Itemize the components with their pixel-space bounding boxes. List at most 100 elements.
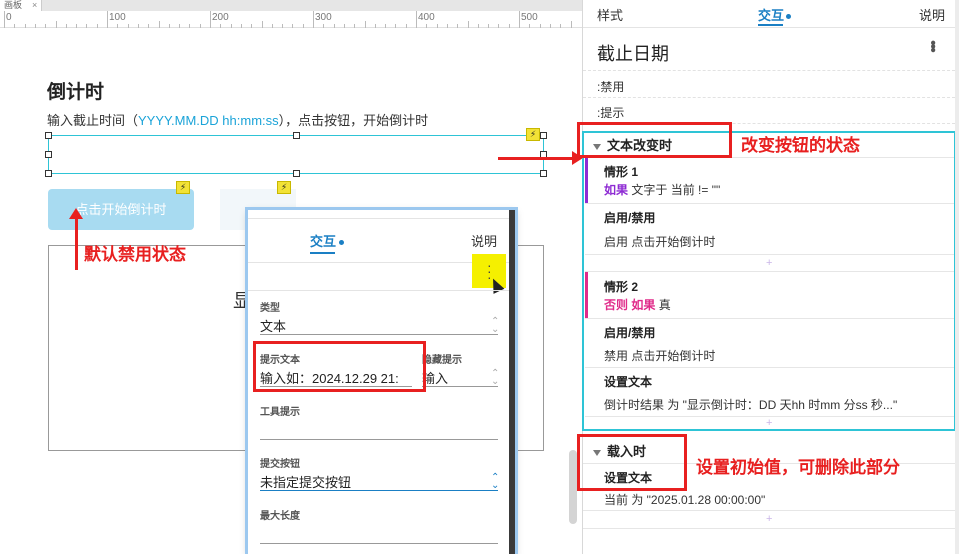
submit-underline [260,490,498,491]
instruction-suffix: ），点击按钮，开始倒计时 [278,113,429,128]
canvas-tab[interactable]: 画板 × [0,0,43,11]
divider [583,510,957,511]
ruler-tick [395,24,397,28]
instruction-format: YYYY.MM.DD hh:mm:ss [138,113,279,128]
ruler-tick [416,11,417,28]
ruler-tick [282,24,284,28]
state-disabled-label: :禁用 [597,80,625,94]
ruler-tick [148,24,150,28]
divider [583,70,959,71]
tab-interaction[interactable]: 交互 [758,5,792,24]
deadline-input[interactable] [48,135,544,174]
ruler-tick [467,21,469,28]
ruler-tick [354,24,356,28]
ruler-label: 200 [212,12,229,23]
tab-notes[interactable]: 说明 [471,231,497,250]
ruler-tick [127,24,129,28]
more-icon: · · · [487,257,492,285]
ruler-tick [189,24,191,28]
ruler-tick [364,21,366,28]
lightning-icon[interactable]: ⚡ [176,181,190,194]
ruler-tick [240,24,242,28]
resize-handle[interactable] [293,132,300,139]
spinner-icon: ⌃ ⌄ [491,316,500,335]
ruler-tick [14,24,16,28]
tab-interaction-label: 交互 [310,234,337,249]
ruler-tick [107,11,108,28]
ruler-tick [271,24,273,28]
ruler-tick [508,24,510,28]
resize-handle[interactable] [540,170,547,177]
ruler-tick [343,24,345,28]
ruler-tick [96,24,98,28]
spinner-icon: ⌃ ⌄ [491,368,500,387]
add-action-icon[interactable]: + [766,513,772,525]
more-icon[interactable]: ••• [923,40,941,51]
ruler-scale: 0 100 200 300 400 500 [0,11,582,28]
annotation-initial-value: 设置初始值，可删除此部分 [696,458,900,477]
ruler-tick [55,21,57,28]
annotation-load-box [577,434,687,491]
ruler-tick [570,21,572,28]
ruler-tick [251,24,253,28]
annotation-default-disabled: 默认禁用状态 [84,245,186,264]
lightning-icon[interactable]: ⚡ [526,128,540,141]
ruler-tick [560,24,562,28]
ruler-tick [292,24,294,28]
ruler-tick [436,24,438,28]
active-dot-icon [786,14,792,20]
ruler-tick [302,24,304,28]
tab-style[interactable]: 样式 [597,5,623,24]
tooltip-label: 工具提示 [260,407,300,418]
ruler-tick [488,24,490,28]
state-disabled-row[interactable]: :禁用 [583,72,959,98]
panel-scrollbar[interactable] [955,0,959,554]
ruler-tick [168,24,170,28]
ruler-tick [220,24,222,28]
ruler-tick [86,24,88,28]
submit-label: 提交按钮 [260,459,300,470]
ruler-tick [385,24,387,28]
ruler-tick [333,24,335,28]
tab-underline [758,24,783,26]
lightning-icon[interactable]: ⚡ [277,181,291,194]
annotation-event-box [577,122,732,158]
ruler-tick [313,11,314,28]
ruler-tick [76,24,78,28]
submit-select[interactable]: 未指定提交按钮 [260,472,351,491]
popup-fields: 类型 文本 ⌃ ⌄ 提示文本 输入如：2024.12.29 21: 隐藏提示 输入… [248,290,509,554]
ruler-tick [179,24,181,28]
ruler-tick [4,11,5,28]
ruler-label: 0 [6,12,12,23]
close-icon[interactable]: × [32,0,37,10]
resize-handle[interactable] [45,170,52,177]
load-action-detail[interactable]: 当前 为 "2025.01.28 00:00:00" [604,491,765,508]
state-hint-row[interactable]: :提示 [583,98,959,124]
type-underline [260,334,498,335]
ruler-tick [498,24,500,28]
tab-notes[interactable]: 说明 [919,5,945,24]
resize-handle[interactable] [540,132,547,139]
ruler-label: 300 [315,12,332,23]
instruction-prefix: 输入截止时间（ [47,113,139,128]
panel-tabs: 样式 交互 说明 [583,0,959,28]
canvas-tabstrip: 画板 × [0,0,582,11]
ruler-label: 400 [418,12,435,23]
type-select[interactable]: 文本 [260,316,286,335]
ruler-tick [24,24,26,28]
canvas-scrollbar[interactable] [569,450,577,524]
ruler-tick [45,24,47,28]
resize-handle[interactable] [45,151,52,158]
resize-handle[interactable] [293,170,300,177]
resize-handle[interactable] [45,132,52,139]
ruler-tick [261,21,263,28]
tab-interaction[interactable]: 交互 [310,231,345,250]
hide-hint-underline [422,386,498,387]
tooltip-underline [260,439,498,440]
ruler-tick [457,24,459,28]
ruler-tick [34,24,36,28]
ruler-tick [405,24,407,28]
ruler-top: 画板 × 0 100 200 300 400 500 [0,0,582,28]
widget-name[interactable]: 截止日期 [597,40,669,66]
ruler-tick [137,24,139,28]
